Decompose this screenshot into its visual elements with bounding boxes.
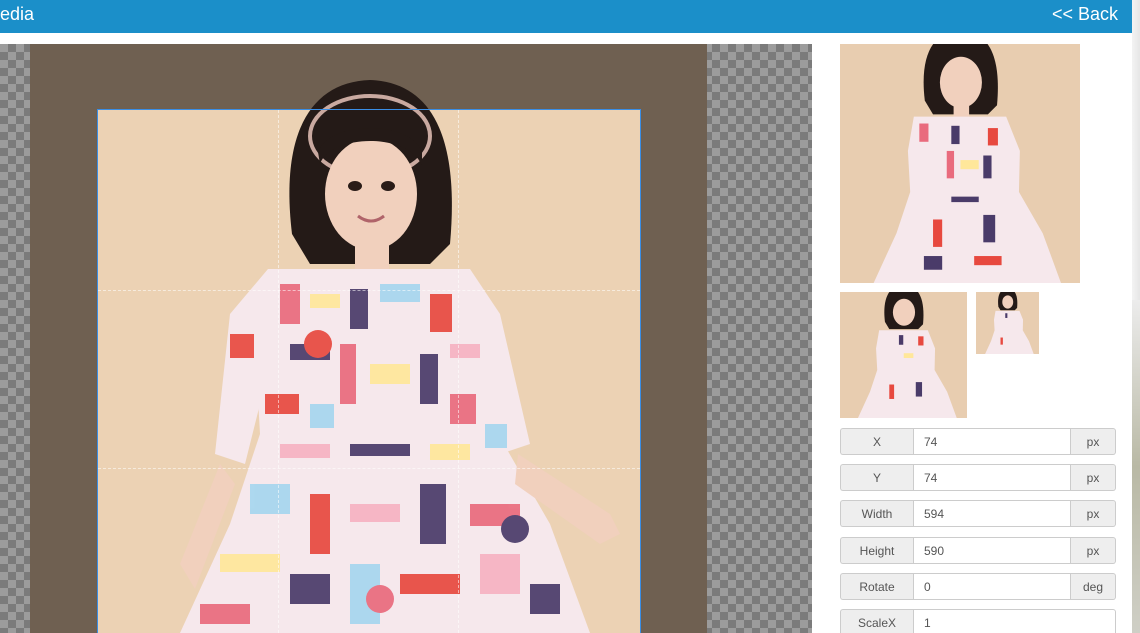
rotate-label: Rotate bbox=[840, 573, 913, 600]
crop-guide-vertical bbox=[458, 110, 459, 633]
y-input[interactable]: 74 bbox=[913, 464, 1071, 491]
rotate-unit: deg bbox=[1071, 573, 1116, 600]
width-field: Width 594 px bbox=[840, 500, 1116, 527]
crop-box[interactable] bbox=[97, 109, 641, 633]
rotate-field: Rotate 0 deg bbox=[840, 573, 1116, 600]
x-unit: px bbox=[1071, 428, 1116, 455]
width-label: Width bbox=[840, 500, 913, 527]
y-label: Y bbox=[840, 464, 913, 491]
crop-guide-horizontal bbox=[98, 468, 640, 469]
x-label: X bbox=[840, 428, 913, 455]
scalex-input[interactable]: 1 bbox=[913, 609, 1116, 633]
scalex-field: ScaleX 1 bbox=[840, 609, 1116, 633]
y-field: Y 74 px bbox=[840, 464, 1116, 491]
preview-large-image bbox=[840, 44, 1080, 283]
x-input[interactable]: 74 bbox=[913, 428, 1071, 455]
preview-medium-image bbox=[840, 292, 967, 418]
width-input[interactable]: 594 bbox=[913, 500, 1071, 527]
height-label: Height bbox=[840, 537, 913, 564]
crop-guide-vertical bbox=[278, 110, 279, 633]
height-unit: px bbox=[1071, 537, 1116, 564]
preview-medium bbox=[840, 292, 967, 418]
preview-large bbox=[840, 44, 1080, 283]
back-link[interactable]: << Back bbox=[1052, 4, 1118, 25]
preview-small bbox=[976, 292, 1039, 354]
crop-guide-horizontal bbox=[98, 290, 640, 291]
preview-small-image bbox=[976, 292, 1039, 354]
height-field: Height 590 px bbox=[840, 537, 1116, 564]
scalex-label: ScaleX bbox=[840, 609, 913, 633]
window-edge bbox=[1132, 0, 1140, 633]
crop-canvas[interactable] bbox=[0, 44, 812, 633]
width-unit: px bbox=[1071, 500, 1116, 527]
top-bar: edia << Back bbox=[0, 0, 1132, 33]
page-title: edia bbox=[0, 4, 35, 24]
y-unit: px bbox=[1071, 464, 1116, 491]
window-edge-shade bbox=[1132, 300, 1140, 633]
height-input[interactable]: 590 bbox=[913, 537, 1071, 564]
rotate-input[interactable]: 0 bbox=[913, 573, 1071, 600]
x-field: X 74 px bbox=[840, 428, 1116, 455]
